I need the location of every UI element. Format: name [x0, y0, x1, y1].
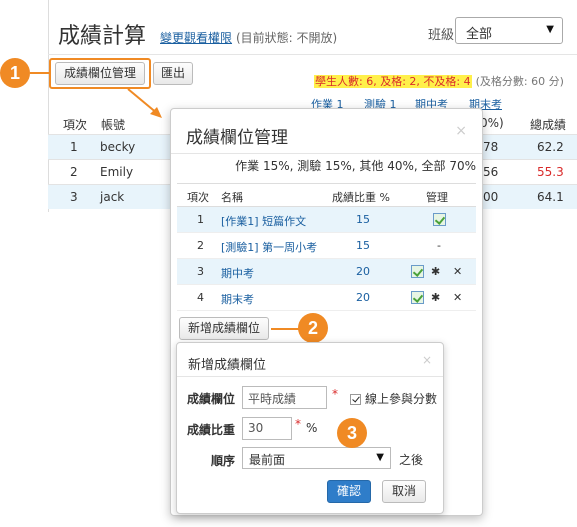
required-mark: *: [295, 417, 301, 431]
row-index: 1: [197, 213, 204, 226]
required-mark: *: [332, 387, 338, 401]
order-suffix: 之後: [399, 453, 424, 467]
row-name[interactable]: 期中考: [221, 265, 254, 281]
column-name-input[interactable]: 平時成績: [242, 386, 327, 409]
weight-label: 成績比重: [187, 423, 236, 437]
edit-icon[interactable]: [411, 265, 424, 278]
row-weight: 20: [356, 265, 370, 278]
header-weight: 成績比重 %: [332, 191, 390, 204]
columns-table-header: 項次 名稱 成績比重 % 管理: [177, 183, 476, 207]
dialog-title: 新增成績欄位: [188, 358, 267, 373]
header-name: 名稱: [221, 191, 243, 204]
edit-icon[interactable]: [433, 213, 446, 226]
callout-badge: 2: [298, 313, 328, 343]
gear-icon[interactable]: ✱: [431, 265, 440, 278]
divider: [177, 376, 443, 377]
online-participation-checkbox[interactable]: [350, 394, 361, 405]
percent-unit: %: [306, 421, 318, 435]
header-index: 項次: [187, 191, 209, 204]
callout-connector: [271, 328, 299, 330]
weight-summary: 作業 15%, 測驗 15%, 其他 40%, 全部 70%: [235, 159, 476, 173]
row-weight: 15: [356, 213, 370, 226]
row-name[interactable]: [作業1] 短篇作文: [221, 213, 306, 229]
row-weight: 20: [356, 291, 370, 304]
row-name[interactable]: 期末考: [221, 291, 254, 307]
add-column-dialog: 新增成績欄位 × 成績欄位 平時成績 * 線上參與分數 成績比重 30 * % …: [176, 342, 444, 514]
weight-input[interactable]: 30: [242, 417, 292, 440]
edit-icon[interactable]: [411, 291, 424, 304]
table-row: 3 期中考 20 ✱ ✕: [177, 259, 476, 285]
callout-badge: 1: [0, 58, 30, 88]
header-manage: 管理: [426, 191, 448, 204]
row-index: 4: [197, 291, 204, 304]
order-select-value: 最前面: [249, 453, 286, 467]
row-name[interactable]: [測驗1] 第一周小考: [221, 239, 317, 255]
divider: [171, 153, 482, 154]
table-row: 1 [作業1] 短篇作文 15: [177, 207, 476, 233]
callout-arrow: [127, 88, 159, 115]
row-index: 2: [197, 239, 204, 252]
row-index: 3: [197, 265, 204, 278]
chevron-down-icon: ▼: [376, 452, 384, 463]
order-select[interactable]: 最前面 ▼: [242, 447, 391, 469]
dialog-title: 成績欄位管理: [186, 128, 288, 148]
row-weight: 15: [356, 239, 370, 252]
close-icon[interactable]: ×: [455, 123, 467, 139]
no-action: -: [437, 239, 441, 252]
order-label: 順序: [211, 454, 236, 468]
confirm-button[interactable]: 確認: [327, 480, 371, 503]
delete-icon[interactable]: ✕: [453, 265, 462, 278]
delete-icon[interactable]: ✕: [453, 291, 462, 304]
callout-badge: 3: [337, 418, 367, 448]
table-row: 2 [測驗1] 第一周小考 15 -: [177, 233, 476, 259]
column-name-label: 成績欄位: [187, 392, 236, 406]
close-icon[interactable]: ×: [422, 353, 432, 367]
table-row: 4 期末考 20 ✱ ✕: [177, 285, 476, 311]
add-column-button[interactable]: 新增成績欄位: [179, 317, 269, 340]
gear-icon[interactable]: ✱: [431, 291, 440, 304]
cancel-button[interactable]: 取消: [382, 480, 426, 503]
online-participation-label: 線上參與分數: [365, 392, 438, 406]
